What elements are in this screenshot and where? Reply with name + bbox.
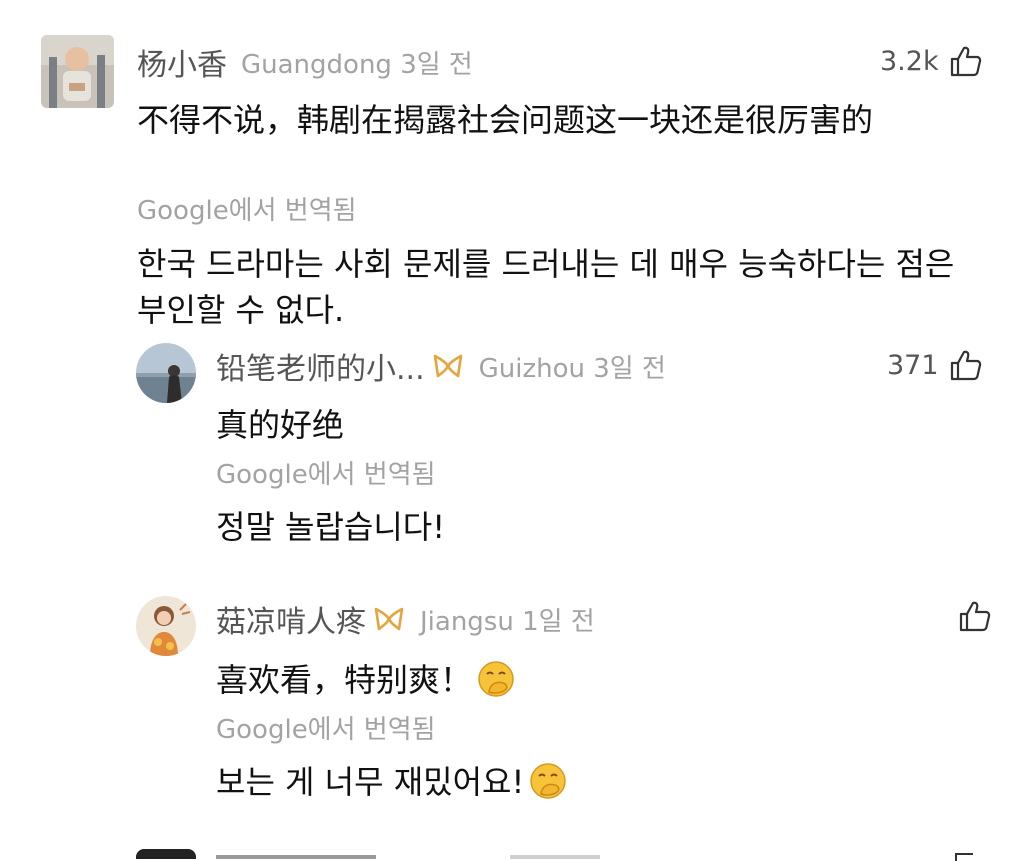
comment-translation: 보는 게 너무 재밌어요!: [216, 759, 568, 805]
username-partial: [216, 855, 376, 859]
username[interactable]: 铅笔老师的小...: [216, 344, 425, 388]
comment-meta: 铅笔老师的小... Guizhou 3일 전: [216, 344, 666, 388]
reply-1: 铅笔老师的小... Guizhou 3일 전 371 真的好绝 Google에서…: [0, 340, 1024, 585]
translated-by-google-label: Google에서 번역됨: [137, 196, 357, 226]
thumbs-up-icon[interactable]: [949, 44, 983, 78]
comment-translation: 정말 놀랍습니다!: [216, 508, 446, 546]
region-time: Jiangsu 1일 전: [420, 606, 595, 637]
avatar[interactable]: [136, 849, 196, 859]
like-button[interactable]: [948, 599, 992, 633]
comment-text: 真的好绝: [216, 406, 345, 444]
comment-meta: 杨小香 Guangdong 3일 전: [137, 40, 473, 84]
avatar[interactable]: [136, 343, 196, 403]
thumbs-up-icon[interactable]: [955, 853, 973, 861]
avatar[interactable]: [41, 35, 114, 108]
thumbs-up-icon[interactable]: [949, 348, 983, 382]
avatar-photo-icon: [41, 35, 114, 108]
like-count: 371: [887, 349, 939, 381]
username[interactable]: 杨小香: [137, 40, 227, 84]
translation-line: 한국 드라마는 사회 문제를 드러내는 데 매우 능숙하다는 점은: [137, 245, 955, 283]
avatar-photo-icon: [136, 596, 196, 656]
like-count: 3.2k: [880, 45, 939, 77]
region-time: Guangdong 3일 전: [241, 49, 473, 80]
translated-by-google-label: Google에서 번역됨: [216, 460, 436, 490]
like-button[interactable]: 371: [887, 348, 983, 382]
avatar-photo-icon: [136, 343, 196, 403]
gold-ribbon-badge-icon: [433, 354, 462, 378]
username[interactable]: 菇凉啃人疼: [216, 597, 366, 641]
comment-text-content: 喜欢看，特别爽！: [216, 661, 473, 699]
translation-content: 보는 게 너무 재밌어요!: [216, 763, 525, 801]
next-reply-partial: [0, 845, 1024, 861]
like-button[interactable]: 3.2k: [880, 44, 983, 78]
comment-translation: 한국 드라마는 사회 문제를 드러내는 데 매우 능숙하다는 점은 부인할 수 …: [137, 241, 954, 333]
hand-over-mouth-emoji-icon: [530, 763, 567, 799]
gold-ribbon-badge-icon: [374, 607, 404, 631]
translated-by-google-label: Google에서 번역됨: [216, 715, 436, 745]
comment-text: 不得不说，韩剧在揭露社会问题这一块还是很厉害的: [137, 101, 874, 139]
region-time: Guizhou 3일 전: [478, 353, 666, 384]
comment-text: 喜欢看，特别爽！: [216, 655, 516, 701]
region-time-partial: [510, 855, 600, 859]
reply-2: 菇凉啃人疼 Jiangsu 1일 전 喜欢看，特别爽！ Google에서 번역됨…: [0, 585, 1024, 835]
avatar[interactable]: [136, 596, 196, 656]
comment-1: 杨小香 Guangdong 3일 전 3.2k 不得不说，韩剧在揭露社会问题这一…: [0, 0, 1024, 340]
comment-meta: 菇凉啃人疼 Jiangsu 1일 전: [216, 597, 595, 641]
thumbs-up-icon[interactable]: [958, 599, 992, 633]
translation-line: 부인할 수 없다.: [137, 291, 345, 329]
hand-over-mouth-emoji-icon: [478, 661, 514, 697]
